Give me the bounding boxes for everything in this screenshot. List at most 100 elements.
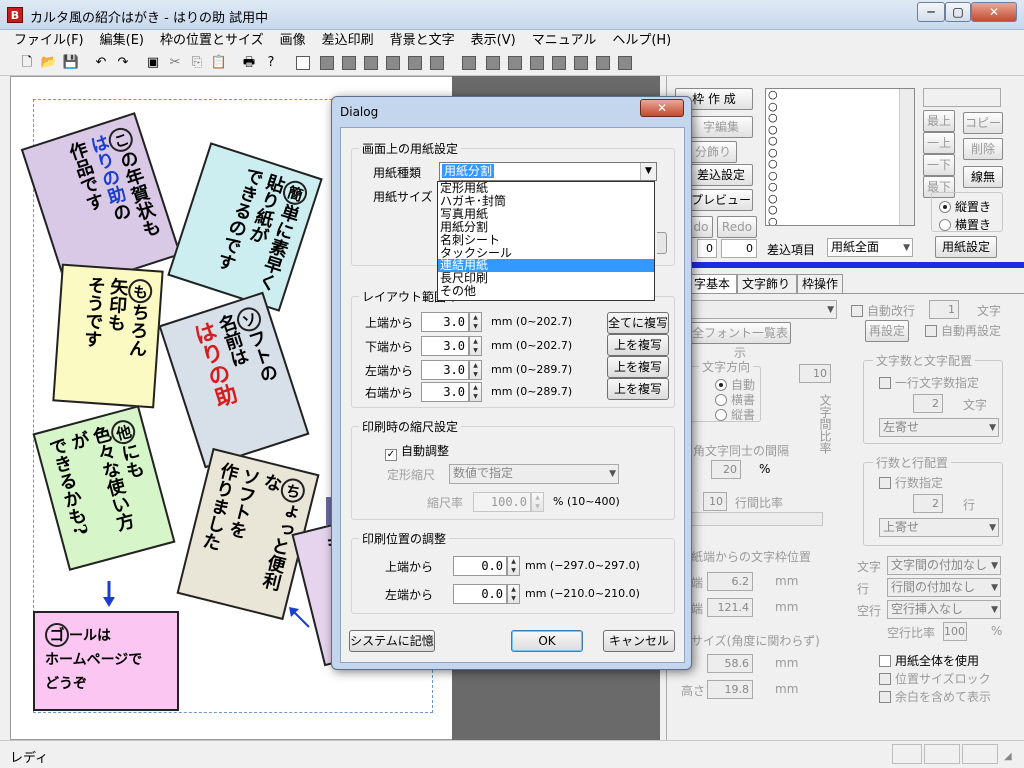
open-folder-icon[interactable]: 📂 (40, 54, 58, 72)
dialog-close-button[interactable]: ✕ (640, 99, 684, 117)
menu-file[interactable]: ファイル(F) (6, 30, 92, 51)
size-width-input[interactable]: 58.6 (707, 654, 753, 673)
space-v-icon[interactable] (618, 56, 632, 70)
same-size-icon[interactable] (530, 56, 544, 70)
dropdown-item[interactable]: 写真用紙 (438, 207, 654, 221)
wrap-count-input[interactable]: 1 (929, 300, 959, 319)
line-align-select[interactable]: 上寄せ (879, 518, 999, 537)
arrow-up-left-icon[interactable] (287, 605, 313, 631)
char-spacing-input[interactable]: 20 (711, 460, 741, 479)
new-file-icon[interactable]: 🗋 (18, 54, 36, 72)
scale-ratio-input[interactable]: 100.0 (473, 492, 531, 512)
resize-grip-icon[interactable]: ◢ (1004, 751, 1018, 765)
align-left-icon[interactable] (320, 56, 334, 70)
redo-button[interactable]: Redo (717, 216, 757, 238)
print-left-spinner[interactable]: ▲ ▼ (507, 584, 520, 604)
dropdown-item[interactable]: 用紙分割 (438, 220, 654, 234)
no-line-button[interactable]: 線無 (963, 166, 1003, 188)
tab-frame-ops[interactable]: 枠操作 (797, 274, 843, 294)
undo-icon[interactable]: ↶ (92, 54, 110, 72)
arrow-down-icon[interactable] (101, 579, 121, 609)
merge-item-select[interactable]: 用紙全面 (827, 238, 913, 257)
karuta-card[interactable]: ゴールは ホームページで どうぞ (33, 611, 179, 711)
line-addition-select[interactable]: 行間の付加なし (887, 578, 1001, 597)
one-line-count-input[interactable]: 2 (913, 394, 943, 413)
copy-above-button[interactable]: 上を複写 (607, 334, 669, 356)
delete-button[interactable]: 削除 (963, 138, 1003, 160)
portrait-radio[interactable]: 縦置き (939, 198, 991, 215)
dropdown-item[interactable]: 名刺シート (438, 233, 654, 247)
auto-wrap-checkbox[interactable]: 自動改行 (851, 302, 915, 319)
align-top-icon[interactable] (386, 56, 400, 70)
landscape-radio[interactable]: 横置き (939, 216, 991, 233)
distribute-h-icon[interactable] (486, 56, 500, 70)
undo-button[interactable]: do (689, 216, 713, 238)
frame-list[interactable]: ○ ○ ○ ○ ○ ○ ○ ○ ○ ○ ○ ○ はりの助 矢印 180.0 (765, 88, 915, 226)
paper-type-select[interactable]: 用紙分割 ▼ (439, 162, 657, 181)
tab-char-decor[interactable]: 文字飾り (737, 274, 797, 294)
paper-type-dropdown[interactable]: 定形用紙 ハガキ･封筒 写真用紙 用紙分割 名刺シート タックシール 連結用紙 … (437, 181, 655, 301)
font-list-button[interactable]: 全フォント一覧表示 (689, 322, 791, 360)
scale-ratio-spinner[interactable]: ▲ ▼ (531, 492, 544, 512)
index-input[interactable]: 0 (697, 239, 717, 258)
char-align-select[interactable]: 左寄せ (879, 418, 999, 437)
help-icon[interactable]: ? (262, 54, 280, 72)
merge-settings-button[interactable]: 差込設定 (689, 164, 753, 186)
name-input[interactable] (923, 88, 1001, 107)
decor-button[interactable]: 分飾り (689, 141, 737, 163)
same-height-icon[interactable] (552, 56, 566, 70)
print-top-input[interactable]: 0.0 (453, 556, 507, 576)
align-bottom-icon[interactable] (430, 56, 444, 70)
copy-all-button[interactable]: 全てに複写 (607, 312, 669, 334)
frame-list-scrollbar[interactable] (899, 89, 914, 225)
blank-ratio-input[interactable]: 100 (943, 622, 967, 641)
minimize-button[interactable]: ─ (917, 2, 945, 22)
menu-edit[interactable]: 編集(E) (92, 30, 152, 51)
copy-above-button[interactable]: 上を複写 (607, 356, 669, 378)
line-ratio-input[interactable]: 10 (703, 492, 727, 511)
blank-line-select[interactable]: 空行挿入なし (887, 600, 1001, 619)
copy-button[interactable]: コピー (963, 112, 1003, 134)
pos-top-input[interactable]: 6.2 (707, 572, 753, 591)
range-left-spinner[interactable]: ▲ ▼ (469, 360, 482, 380)
size-height-input[interactable]: 19.8 (707, 680, 753, 699)
align-middle-icon[interactable] (408, 56, 422, 70)
auto-reset-checkbox[interactable]: 自動再設定 (925, 322, 1001, 339)
dropdown-item[interactable]: ハガキ･封筒 (438, 195, 654, 208)
range-right-input[interactable]: 3.0 (421, 382, 469, 402)
paste-icon[interactable]: 📋 (210, 54, 228, 72)
paper-size-button[interactable] (657, 232, 667, 254)
dir-vertical-radio[interactable]: 縦書 (715, 406, 755, 423)
range-top-input[interactable]: 3.0 (421, 312, 469, 332)
count-input[interactable]: 0 (721, 239, 757, 258)
align-center-icon[interactable] (342, 56, 356, 70)
fixed-scale-select[interactable]: 数値で指定 (449, 464, 619, 484)
char-gap-input[interactable]: 10 (799, 364, 831, 383)
distribute-v-icon[interactable] (508, 56, 522, 70)
move-up-button[interactable]: 一上 (923, 132, 955, 154)
range-top-spinner[interactable]: ▲ ▼ (469, 312, 482, 332)
menu-help[interactable]: ヘルプ(H) (604, 30, 679, 51)
cancel-button[interactable]: キャンセル (603, 630, 675, 652)
range-bottom-spinner[interactable]: ▲ ▼ (469, 336, 482, 356)
move-top-button[interactable]: 最上 (923, 110, 955, 132)
menu-merge-print[interactable]: 差込印刷 (314, 30, 382, 51)
reset-button[interactable]: 再設定 (865, 320, 909, 342)
one-line-checkbox[interactable]: 一行文字数指定 (879, 374, 979, 391)
ok-button[interactable]: OK (511, 630, 583, 652)
menu-image[interactable]: 画像 (272, 30, 314, 51)
print-left-input[interactable]: 0.0 (453, 584, 507, 604)
move-down-button[interactable]: 一下 (923, 154, 955, 176)
chevron-down-icon[interactable]: ▼ (640, 163, 656, 180)
tab-char-basic[interactable]: 字基本 (689, 274, 737, 294)
align-right-icon[interactable] (364, 56, 378, 70)
range-bottom-input[interactable]: 3.0 (421, 336, 469, 356)
menu-manual[interactable]: マニュアル (524, 30, 605, 51)
karuta-card[interactable]: もちろん 矢印も そうです (52, 263, 164, 409)
menu-background-text[interactable]: 背景と文字 (382, 30, 463, 51)
range-right-spinner[interactable]: ▲ ▼ (469, 382, 482, 402)
char-addition-select[interactable]: 文字間の付加なし (887, 556, 1001, 575)
cut-icon[interactable]: ✂ (166, 54, 184, 72)
auto-adjust-checkbox[interactable]: ✓ 自動調整 (385, 442, 449, 461)
margin-display-checkbox[interactable]: 余白を含めて表示 (879, 688, 991, 705)
